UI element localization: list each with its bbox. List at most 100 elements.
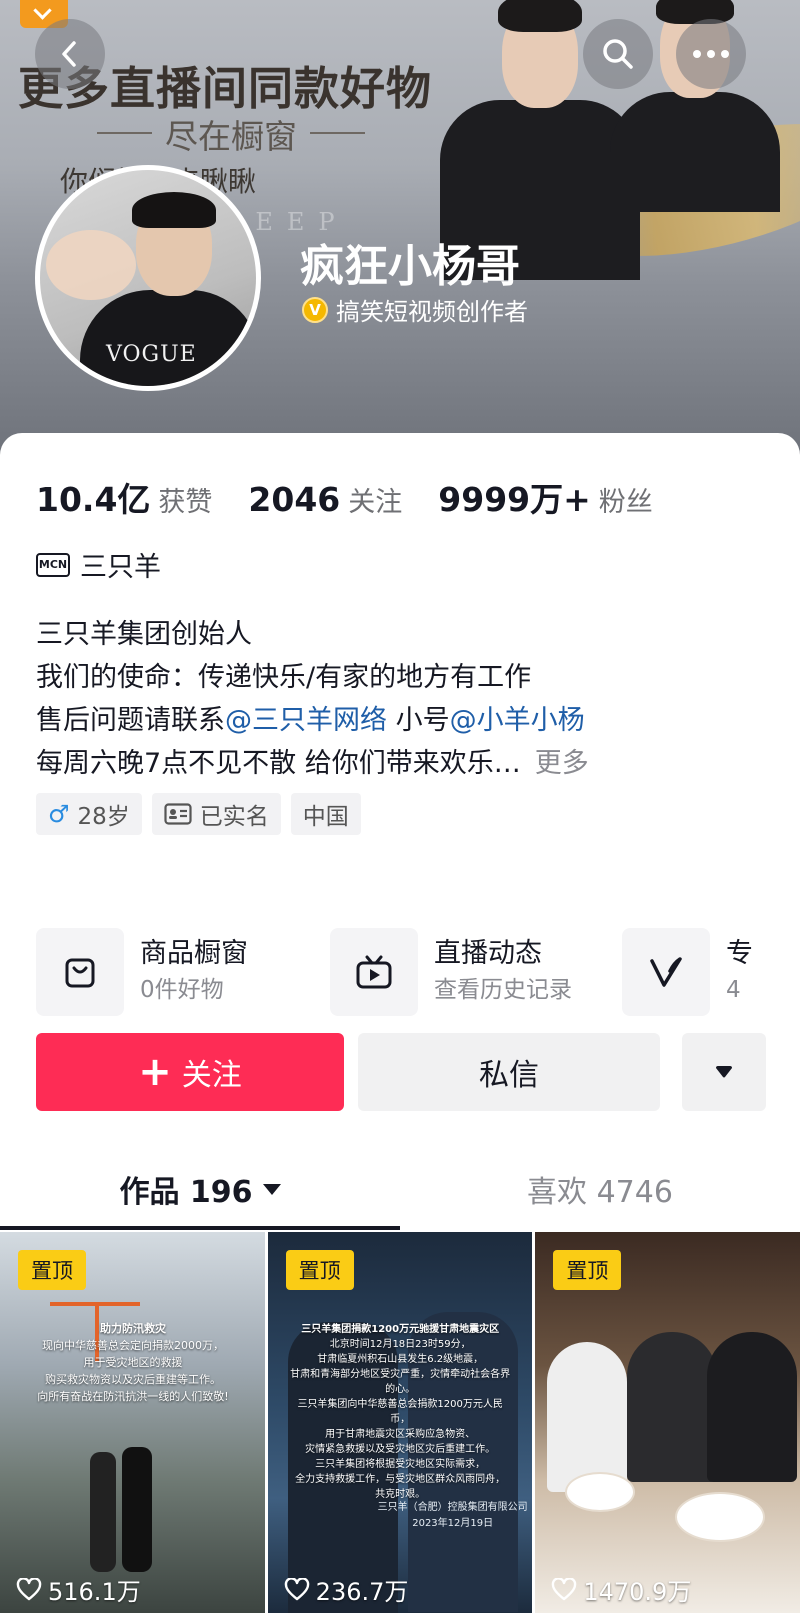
stat-following[interactable]: 2046 关注 xyxy=(248,480,402,519)
person-figure xyxy=(547,1342,628,1492)
region-tag: 中国 xyxy=(290,793,361,835)
heart-outline-icon xyxy=(16,1577,42,1600)
verified-badge-icon: V xyxy=(302,296,328,323)
caption-line: 灾情紧急救援以及受灾地区灾后重建工作。 xyxy=(305,1444,496,1455)
caption-line: 用于受灾地区的救援 xyxy=(83,1356,183,1369)
pinned-badge: 置顶 xyxy=(18,1250,86,1290)
bio-text: 每周六晚7点不见不散 给你们带来欢乐… xyxy=(36,748,521,779)
age-text: 28岁 xyxy=(77,804,130,830)
caret-down-icon xyxy=(716,1066,732,1078)
video-tile[interactable]: 助力防汛救灾 现向中华慈善总会定向捐款2000万， 用于受灾地区的救援 购买救灾… xyxy=(0,1232,265,1613)
feature-third-entry[interactable]: 专 4 xyxy=(622,927,753,1017)
caption-line: 北京时间12月18日23时59分， xyxy=(329,1339,471,1350)
caret-down-icon xyxy=(262,1183,281,1195)
stat-label: 粉丝 xyxy=(598,487,653,518)
bio-line: 每周六晚7点不见不散 给你们带来欢乐… 更多 xyxy=(36,742,589,785)
likes-count: 516.1万 xyxy=(48,1578,141,1606)
message-label: 私信 xyxy=(479,1058,539,1093)
ellipsis-icon xyxy=(693,50,729,58)
bio-text: 售后问题请联系 xyxy=(36,705,225,736)
bio-line: 三只羊集团创始人 xyxy=(36,619,252,650)
caption-line: 三只羊集团捐款1200万元驰援甘肃地震灾区 xyxy=(301,1324,500,1335)
person-figure xyxy=(627,1332,718,1482)
likes-count: 236.7万 xyxy=(315,1578,409,1606)
feature-icon-box xyxy=(36,928,124,1016)
caption-line: 购买救灾物资以及灾后重建等工作。 xyxy=(45,1373,221,1386)
stat-followers[interactable]: 9999万+ 粉丝 xyxy=(438,473,653,521)
mcn-name: 三只羊 xyxy=(80,552,161,583)
profile-nickname: 疯狂小杨哥 xyxy=(300,241,520,292)
dropdown-button[interactable] xyxy=(682,1033,766,1111)
avatar-shirt-text: VOGUE xyxy=(106,342,197,367)
pinned-badge: 置顶 xyxy=(285,1250,354,1290)
realname-text: 已实名 xyxy=(199,804,269,830)
tab-likes[interactable]: 喜欢 4746 xyxy=(400,1148,800,1230)
stat-value: 2046 xyxy=(248,480,341,519)
caption-line: 甘肃临夏州积石山县发生6.2级地震， xyxy=(317,1354,484,1365)
stat-likes[interactable]: 10.4亿 获赞 xyxy=(36,473,212,521)
footer-line: 2023年12月19日 xyxy=(412,1518,494,1529)
bio-mention-link[interactable]: @三只羊网络 xyxy=(225,705,387,736)
caption-line: 三只羊集团向中华慈善总会捐款1200万元人民币， xyxy=(297,1399,503,1425)
feature-title: 直播动态 xyxy=(434,938,542,969)
person-figure xyxy=(122,1447,152,1572)
tv-live-icon xyxy=(356,955,392,989)
v-logo-icon xyxy=(650,957,682,987)
shopping-bag-icon xyxy=(65,958,95,988)
feature-title: 商品橱窗 xyxy=(140,938,248,969)
feature-live-history[interactable]: 直播动态 查看历史记录 xyxy=(330,927,572,1017)
tab-underline xyxy=(0,1226,400,1230)
dish-plate xyxy=(675,1492,766,1542)
avatar[interactable]: VOGUE xyxy=(35,165,261,391)
likes-count: 1470.9万 xyxy=(583,1578,692,1606)
region-text: 中国 xyxy=(302,804,349,830)
feature-subtitle: 查看历史记录 xyxy=(434,977,572,1003)
bio-text: 小号 xyxy=(387,705,450,736)
video-grid: 助力防汛救灾 现向中华慈善总会定向捐款2000万， 用于受灾地区的救援 购买救灾… xyxy=(0,1232,800,1613)
caption-line: 全力支持救援工作，与受灾地区群众风雨同舟， xyxy=(295,1474,506,1485)
bio-mention-link[interactable]: @小羊小杨 xyxy=(450,705,585,736)
heart-outline-icon xyxy=(552,1577,577,1600)
stat-value: 9999万+ xyxy=(438,480,591,519)
feature-entries: 商品橱窗 0件好物 直播动态 查看历史记录 专 4 xyxy=(36,927,800,1017)
search-button[interactable] xyxy=(583,19,653,89)
tab-likes-label: 喜欢 4746 xyxy=(527,1175,673,1210)
back-button[interactable] xyxy=(35,19,105,89)
video-caption: 三只羊集团捐款1200万元驰援甘肃地震灾区 北京时间12月18日23时59分， … xyxy=(288,1322,513,1502)
profile-bio: 三只羊集团创始人 我们的使命：传递快乐/有家的地方有工作 售后问题请联系@三只羊… xyxy=(36,613,589,785)
video-tile[interactable]: 置顶 1470.9万 xyxy=(535,1232,800,1613)
feature-icon-box xyxy=(330,928,418,1016)
caption-line: 现向中华慈善总会定向捐款2000万， xyxy=(42,1339,224,1352)
male-icon: ♂ xyxy=(48,800,70,828)
tab-works[interactable]: 作品 196 xyxy=(0,1148,400,1230)
stat-label: 关注 xyxy=(348,487,403,518)
id-card-icon xyxy=(164,803,192,825)
mcn-row[interactable]: MCN 三只羊 xyxy=(36,545,161,584)
profile-card: 10.4亿 获赞 2046 关注 9999万+ 粉丝 MCN 三只羊 三只羊集团… xyxy=(0,433,800,1613)
message-button[interactable]: 私信 xyxy=(358,1033,660,1111)
feature-product-window[interactable]: 商品橱窗 0件好物 xyxy=(36,927,248,1017)
pinned-badge: 置顶 xyxy=(553,1250,622,1290)
caption-line: 助力防汛救灾 xyxy=(100,1322,166,1335)
video-footer: 三只羊（合肥）控股集团有限公司 2023年12月19日 xyxy=(378,1500,528,1532)
follow-button[interactable]: + 关注 xyxy=(36,1033,344,1111)
tab-works-label: 作品 196 xyxy=(119,1175,253,1210)
stat-label: 获赞 xyxy=(158,487,213,518)
video-likes: 236.7万 xyxy=(284,1572,409,1607)
bio-line: 售后问题请联系@三只羊网络 小号@小羊小杨 xyxy=(36,699,589,742)
bio-line: 我们的使命：传递快乐/有家的地方有工作 xyxy=(36,662,532,693)
caption-line: 甘肃和青海部分地区受灾严重，灾情牵动社会各界的心。 xyxy=(290,1369,511,1395)
content-tabs: 作品 196 喜欢 4746 xyxy=(0,1148,800,1230)
video-tile[interactable]: 三只羊集团捐款1200万元驰援甘肃地震灾区 北京时间12月18日23时59分， … xyxy=(267,1232,533,1613)
chevron-left-icon xyxy=(62,41,76,67)
profile-tags: ♂ 28岁 已实名 中国 xyxy=(36,793,361,835)
mcn-icon: MCN xyxy=(36,552,70,577)
feature-subtitle: 0件好物 xyxy=(140,977,224,1003)
stat-value: 10.4亿 xyxy=(36,480,151,519)
verification-row: V 搞笑短视频创作者 xyxy=(302,292,528,327)
more-options-button[interactable] xyxy=(676,19,746,89)
caption-line: 三只羊集团将根据受灾地区实际需求， xyxy=(315,1459,486,1470)
video-caption: 助力防汛救灾 现向中华慈善总会定向捐款2000万， 用于受灾地区的救援 购买救灾… xyxy=(8,1320,258,1405)
bio-more-link[interactable]: 更多 xyxy=(535,748,589,779)
action-buttons: + 关注 私信 xyxy=(36,1033,766,1111)
